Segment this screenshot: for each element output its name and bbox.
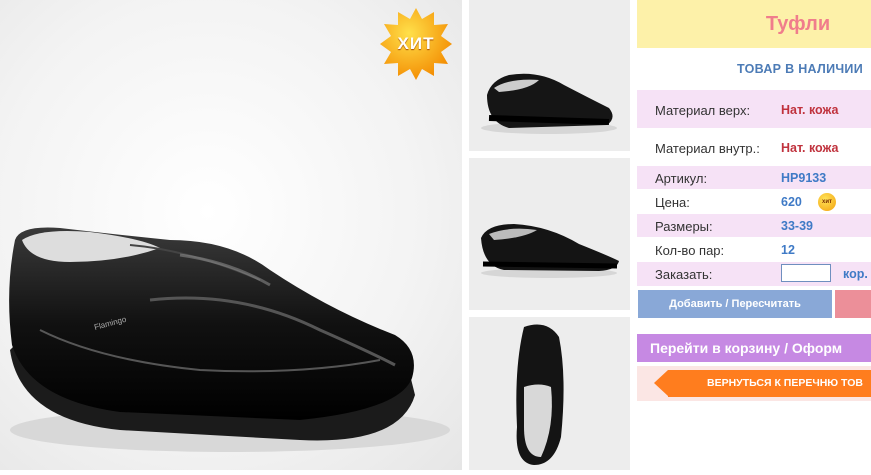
spec-label: Материал внутр.:: [655, 141, 760, 156]
spec-label: Артикул:: [655, 171, 708, 186]
spec-row-material-upper: Материал верх: Нат. кожа: [637, 90, 871, 128]
main-product-image[interactable]: Flamingo ХИТ: [0, 0, 462, 470]
order-unit: кор.: [843, 267, 868, 281]
spec-row-article: Артикул: HP9133: [637, 166, 871, 189]
hit-badge: ХИТ: [379, 7, 453, 81]
spec-row-pairs: Кол-во пар: 12: [637, 238, 871, 261]
spec-label: Материал верх:: [655, 103, 751, 118]
spec-value: Нат. кожа: [781, 141, 839, 155]
shoe-thumbnail-side: [481, 73, 617, 134]
spec-value: 620: [781, 195, 802, 209]
spec-label: Кол-во пар:: [655, 243, 725, 258]
spec-row-material-inner: Материал внутр.: Нат. кожа: [637, 129, 871, 165]
add-recalculate-button[interactable]: Добавить / Пересчитать: [638, 290, 832, 318]
title-bar: Туфли: [637, 0, 871, 48]
mini-hit-badge: хит: [818, 193, 836, 211]
spec-label: Цена:: [655, 195, 690, 210]
order-row: Заказать:: [637, 262, 871, 286]
order-label: Заказать:: [655, 267, 713, 282]
spec-value: 12: [781, 243, 795, 257]
shoe-thumbnail-angle: [481, 224, 619, 278]
go-to-cart-button[interactable]: Перейти в корзину / Оформ: [637, 334, 871, 362]
back-to-list-button[interactable]: ВЕРНУТЬСЯ К ПЕРЕЧНЮ ТОВ: [654, 370, 871, 397]
stock-status: ТОВАР В НАЛИЧИИ: [737, 62, 864, 76]
product-title: Туфли: [765, 13, 831, 35]
shoe-thumbnail-top: [516, 324, 564, 465]
thumbnail-1[interactable]: [469, 0, 630, 151]
thumbnail-2[interactable]: [469, 158, 630, 310]
product-details-panel: Туфли ТОВАР В НАЛИЧИИ Материал верх: Нат…: [637, 0, 871, 470]
order-quantity-input[interactable]: [781, 264, 831, 282]
spec-value: Нат. кожа: [781, 103, 839, 117]
hit-label: ХИТ: [397, 34, 435, 53]
secondary-action-button[interactable]: [835, 290, 871, 318]
spec-row-sizes: Размеры: 33-39: [637, 214, 871, 237]
spec-value: 33-39: [781, 219, 813, 233]
spec-value: HP9133: [781, 171, 827, 185]
back-button-wrap: ВЕРНУТЬСЯ К ПЕРЕЧНЮ ТОВ: [637, 366, 871, 401]
thumbnail-3[interactable]: [469, 317, 630, 470]
spec-label: Размеры:: [655, 219, 713, 234]
spec-row-price: Цена: 620 хит: [637, 190, 871, 213]
